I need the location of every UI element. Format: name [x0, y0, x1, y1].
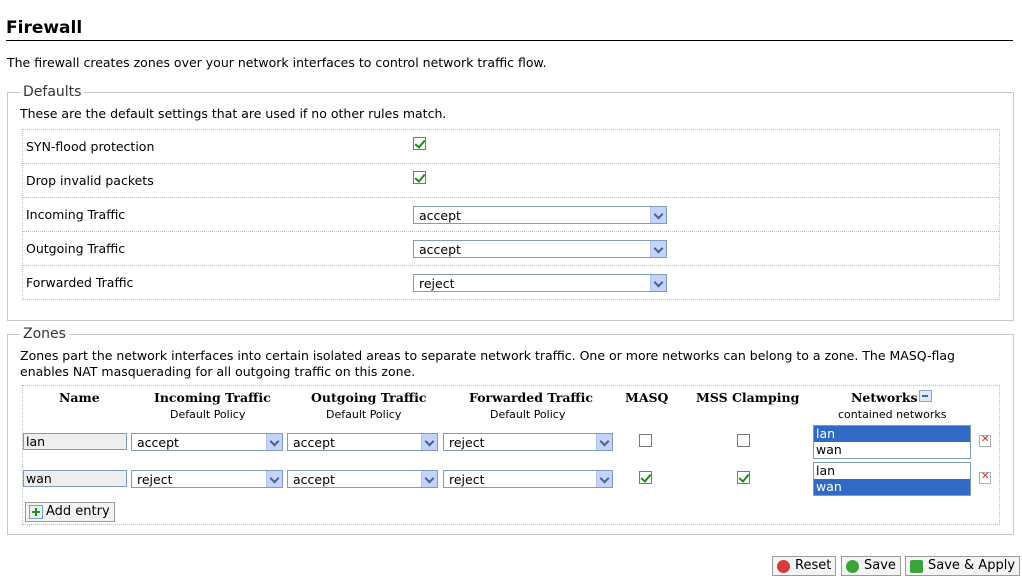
- defaults-row-incoming: Incoming Traffic accept: [23, 198, 999, 232]
- zone-wan-incoming-select[interactable]: reject: [131, 470, 283, 488]
- defaults-description: These are the default settings that are …: [20, 106, 447, 121]
- zone-wan-masq-checkbox[interactable]: [639, 471, 652, 484]
- page-title: Firewall: [6, 18, 83, 38]
- delete-zone-wan-icon[interactable]: [979, 471, 991, 484]
- drop-invalid-checkbox[interactable]: [413, 171, 426, 184]
- zone-wan-mss-checkbox[interactable]: [737, 471, 750, 484]
- chevron-down-icon: [596, 434, 612, 450]
- zone-lan-masq-checkbox[interactable]: [639, 434, 652, 447]
- add-entry-button[interactable]: Add entry: [25, 502, 115, 522]
- col-subheader-incoming: Default Policy: [170, 408, 246, 421]
- outgoing-traffic-label: Outgoing Traffic: [26, 241, 126, 256]
- title-divider: [6, 40, 1013, 41]
- apply-icon: [910, 560, 923, 573]
- delete-zone-lan-icon[interactable]: [979, 434, 991, 447]
- zone-name-input-lan[interactable]: lan: [23, 433, 127, 450]
- col-header-name: Name: [59, 390, 100, 405]
- col-header-outgoing: Outgoing Traffic: [311, 390, 427, 405]
- network-link-icon[interactable]: [919, 390, 932, 402]
- defaults-row-drop-invalid: Drop invalid packets: [23, 164, 999, 198]
- col-subheader-networks: contained networks: [838, 408, 947, 421]
- col-header-mss-clamping: MSS Clamping: [696, 390, 800, 405]
- zone-lan-forwarded-value: reject: [449, 435, 485, 450]
- zones-section: Zones Zones part the network interfaces …: [7, 326, 1014, 535]
- defaults-row-syn-flood: SYN-flood protection: [23, 130, 999, 164]
- save-button[interactable]: Save: [841, 556, 901, 576]
- add-entry-label: Add entry: [46, 504, 110, 519]
- reset-label: Reset: [795, 558, 832, 573]
- zone-lan-forwarded-select[interactable]: reject: [443, 433, 613, 451]
- network-option-lan[interactable]: lan: [814, 426, 970, 442]
- outgoing-traffic-select[interactable]: accept: [413, 240, 667, 258]
- zone-lan-outgoing-select[interactable]: accept: [287, 433, 438, 451]
- add-icon: [29, 505, 43, 519]
- incoming-traffic-select[interactable]: accept: [413, 206, 667, 224]
- zone-wan-forwarded-value: reject: [449, 472, 485, 487]
- chevron-down-icon: [650, 275, 666, 291]
- save-label: Save: [864, 558, 896, 573]
- network-option-wan[interactable]: wan: [814, 479, 970, 495]
- chevron-down-icon: [421, 434, 437, 450]
- forwarded-traffic-value: reject: [419, 276, 455, 291]
- chevron-down-icon: [421, 471, 437, 487]
- col-header-networks: Networks: [851, 390, 918, 405]
- col-subheader-outgoing: Default Policy: [326, 408, 402, 421]
- defaults-legend: Defaults: [20, 84, 85, 100]
- reset-icon: [777, 560, 790, 573]
- defaults-row-forwarded: Forwarded Traffic reject: [23, 266, 999, 299]
- network-option-wan[interactable]: wan: [814, 442, 970, 458]
- defaults-table: SYN-flood protection Drop invalid packet…: [22, 129, 1000, 300]
- incoming-traffic-value: accept: [419, 208, 461, 223]
- outgoing-traffic-value: accept: [419, 242, 461, 257]
- chevron-down-icon: [650, 207, 666, 223]
- page-intro: The firewall creates zones over your net…: [7, 55, 547, 70]
- syn-flood-checkbox[interactable]: [413, 137, 426, 150]
- defaults-section: Defaults These are the default settings …: [7, 84, 1014, 321]
- chevron-down-icon: [596, 471, 612, 487]
- drop-invalid-label: Drop invalid packets: [26, 173, 154, 188]
- chevron-down-icon: [266, 471, 282, 487]
- save-icon: [846, 560, 859, 573]
- firewall-page: Firewall The firewall creates zones over…: [0, 0, 1022, 584]
- chevron-down-icon: [650, 241, 666, 257]
- zones-description-line2: enables NAT masquerading for all outgoin…: [20, 364, 416, 379]
- col-header-incoming: Incoming Traffic: [154, 390, 271, 405]
- zone-wan-outgoing-value: accept: [293, 472, 335, 487]
- zone-wan-outgoing-select[interactable]: accept: [287, 470, 438, 488]
- zone-lan-networks-listbox[interactable]: lan wan: [813, 425, 971, 459]
- zones-description-line1: Zones part the network interfaces into c…: [20, 348, 955, 363]
- zone-name-input-wan[interactable]: wan: [23, 470, 127, 487]
- zone-wan-incoming-value: reject: [137, 472, 173, 487]
- zone-lan-mss-checkbox[interactable]: [737, 434, 750, 447]
- col-subheader-forwarded: Default Policy: [490, 408, 566, 421]
- forwarded-traffic-select[interactable]: reject: [413, 274, 667, 292]
- zone-lan-incoming-value: accept: [137, 435, 179, 450]
- zones-table: Name Incoming Traffic Default Policy Out…: [22, 385, 1000, 525]
- incoming-traffic-label: Incoming Traffic: [26, 207, 126, 222]
- zone-lan-outgoing-value: accept: [293, 435, 335, 450]
- zones-legend: Zones: [20, 326, 69, 342]
- network-option-lan[interactable]: lan: [814, 463, 970, 479]
- col-header-masq: MASQ: [625, 390, 669, 405]
- chevron-down-icon: [266, 434, 282, 450]
- col-header-forwarded: Forwarded Traffic: [469, 390, 594, 405]
- zone-wan-forwarded-select[interactable]: reject: [443, 470, 613, 488]
- save-apply-button[interactable]: Save & Apply: [905, 556, 1021, 576]
- zone-wan-networks-listbox[interactable]: lan wan: [813, 462, 971, 496]
- zone-lan-incoming-select[interactable]: accept: [131, 433, 283, 451]
- save-apply-label: Save & Apply: [928, 558, 1016, 573]
- defaults-row-outgoing: Outgoing Traffic accept: [23, 232, 999, 266]
- reset-button[interactable]: Reset: [772, 556, 837, 576]
- syn-flood-label: SYN-flood protection: [26, 139, 155, 154]
- forwarded-traffic-label: Forwarded Traffic: [26, 275, 134, 290]
